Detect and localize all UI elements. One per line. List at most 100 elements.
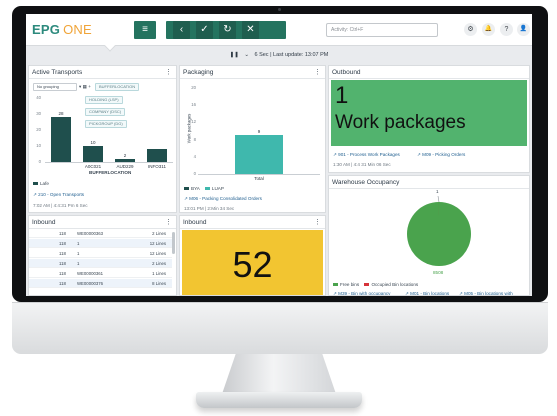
outbound-count: 1 (335, 82, 349, 109)
settings-icon[interactable]: ⚙ (464, 23, 477, 36)
row-id: WE00000363 (77, 231, 104, 236)
x-tick-label: INFO311 (148, 164, 166, 169)
row-lines: 1 Lines (152, 271, 166, 276)
link-label: M39 - Bin with occupancy (338, 291, 391, 296)
stage: EPG ONE ≡ ‹ ✓ ↻ ✕ Activity: Ctrl+F ⚙ 🔔 ? … (0, 0, 557, 416)
refresh-icon[interactable]: ↻ (219, 21, 236, 39)
row-lines: 2 Lines (152, 261, 166, 266)
y-tick-label: 8 (193, 136, 196, 142)
y-tick-label: 4 (193, 153, 196, 159)
row-lines: 8 Lines (152, 281, 166, 286)
close-icon[interactable]: ✕ (242, 21, 259, 39)
help-icon[interactable]: ? (500, 23, 513, 36)
panel-title: Inbound (32, 219, 56, 226)
panel-title: Outbound (332, 69, 361, 76)
pie-leader-line (437, 195, 440, 203)
logo-epg: EPG (32, 22, 61, 37)
bar-value-label: 2 (123, 152, 127, 158)
legend: Lafe (33, 181, 49, 186)
y-tick-label: 0 (38, 159, 41, 164)
table-scrollbar[interactable] (172, 232, 175, 254)
legend-occupied: Occupied Bin locations (371, 282, 419, 287)
x-axis-line (45, 162, 173, 163)
bar-value-label: 9 (257, 129, 261, 135)
row-lines: 2 Lines (152, 231, 166, 236)
footer-time: 13:01 PM | 2:Min 34 Sec (184, 206, 235, 211)
x-axis-label: BUFFERLOCATION (89, 170, 132, 175)
open-transports-link[interactable]: ↗ 210 - Open Transports (33, 192, 84, 198)
outbound-panel: Outbound 1 Work packages ↗ 901 - Process… (328, 65, 530, 173)
table-row[interactable]: 118 1 12 Lines (29, 249, 172, 258)
table-row[interactable]: 118 1 2 Lines (29, 259, 172, 268)
outbound-kpi-tile[interactable]: 1 Work packages (331, 80, 527, 146)
link-label: 210 - Open Transports (38, 192, 85, 197)
bar-3 (147, 149, 167, 162)
link-label: M05 - Bin locations with (464, 291, 513, 296)
table-row[interactable]: 118 WE00000363 2 Lines (29, 229, 172, 238)
menu-icon[interactable]: ≡ (134, 21, 156, 39)
picking-orders-link[interactable]: ↗ M09 - Picking Orders (417, 152, 465, 158)
table-row[interactable]: 118 WE00000361 1 Lines (29, 269, 172, 278)
footer-time: 1:30 AM | 4:4 31 Min 06 Sec (333, 162, 391, 167)
y-tick-label: 20 (36, 127, 41, 132)
camera-dot (278, 8, 281, 11)
table-row[interactable]: 118 1 12 Lines (29, 239, 172, 248)
y-tick-label: 10 (36, 143, 41, 148)
row-id: 1 (77, 241, 80, 246)
more-vertical-icon[interactable]: ⋮ (165, 218, 172, 226)
legend-free: Free bins (340, 282, 360, 287)
link-label: M09 - Picking Orders (422, 152, 466, 157)
legend-b: LUAP (211, 186, 224, 191)
legend: Free bins Occupied Bin locations (333, 282, 418, 287)
app-header: EPG ONE ≡ ‹ ✓ ↻ ✕ Activity: Ctrl+F ⚙ 🔔 ? … (26, 14, 532, 52)
row-id: WE00000361 (77, 271, 104, 276)
divider (329, 78, 529, 79)
link-label: M01 - Bin locations (410, 291, 450, 296)
refresh-status-text: 6 Sec | Last update: 13:07 PM (254, 52, 329, 58)
warehouse-pie-chart: 1 8508 (329, 176, 529, 295)
monitor-stand-base (196, 392, 362, 408)
bin-locations-with-link[interactable]: ↗ M05 - Bin locations with (459, 291, 513, 296)
process-work-packages-link[interactable]: ↗ 901 - Process Work Packages (333, 152, 400, 158)
y-tick-label: 20 (191, 85, 196, 90)
bin-locations-link[interactable]: ↗ M01 - Bin locations (405, 291, 450, 296)
packing-orders-link[interactable]: ↗ M06 - Packing Consolidated Orders (184, 196, 262, 202)
monitor-chin (12, 302, 548, 354)
search-input[interactable]: Activity: Ctrl+F (326, 23, 438, 37)
bar-1 (83, 146, 103, 162)
pause-icon[interactable]: ❚❚ (230, 52, 239, 58)
logo-one: ONE (63, 22, 92, 37)
app-screen: EPG ONE ≡ ‹ ✓ ↻ ✕ Activity: Ctrl+F ⚙ 🔔 ? … (26, 14, 532, 296)
monitor-stand-neck (222, 354, 336, 394)
y-tick-label: 16 (191, 102, 196, 108)
outbound-unit: Work packages (335, 112, 466, 133)
panel-title: Inbound (183, 219, 207, 226)
app-logo[interactable]: EPG ONE (32, 22, 92, 37)
bell-icon[interactable]: 🔔 (482, 23, 495, 36)
y-tick-label: 12 (191, 119, 196, 125)
chevron-down-icon[interactable]: ⌄ (244, 52, 249, 58)
more-vertical-icon[interactable]: ⋮ (314, 218, 321, 226)
row-lines: 12 Lines (149, 241, 166, 246)
row-number: 118 (59, 261, 66, 266)
back-icon[interactable]: ‹ (173, 21, 190, 39)
legend-label: Lafe (40, 181, 49, 186)
legend-a: BYA (191, 186, 200, 191)
bar-value-label: 10 (90, 140, 96, 145)
user-icon[interactable]: 👤 (517, 23, 530, 36)
row-id: WE00000376 (77, 281, 104, 286)
table-row[interactable]: 118 WE00000376 8 Lines (29, 279, 172, 288)
row-lines: 12 Lines (149, 251, 166, 256)
inbound-count: 52 (232, 244, 273, 285)
inbound-kpi-panel: Inbound ⋮ 52 (179, 215, 326, 296)
pie-top-label: 1 (436, 189, 439, 194)
bin-occupancy-link[interactable]: ↗ M39 - Bin with occupancy (333, 291, 391, 296)
inbound-table-panel: Inbound ⋮ 118 WE00000363 2 Lines 118 1 12 Lin… (28, 215, 177, 296)
row-number: 118 (59, 241, 66, 246)
check-icon[interactable]: ✓ (196, 21, 213, 39)
refresh-status-bar: ❚❚ ⌄ 6 Sec | Last update: 13:07 PM (26, 47, 532, 63)
inbound-kpi-tile[interactable]: 52 (182, 230, 323, 295)
row-number: 118 (59, 231, 66, 236)
divider (180, 228, 325, 229)
link-label: 901 - Process Work Packages (338, 152, 400, 157)
